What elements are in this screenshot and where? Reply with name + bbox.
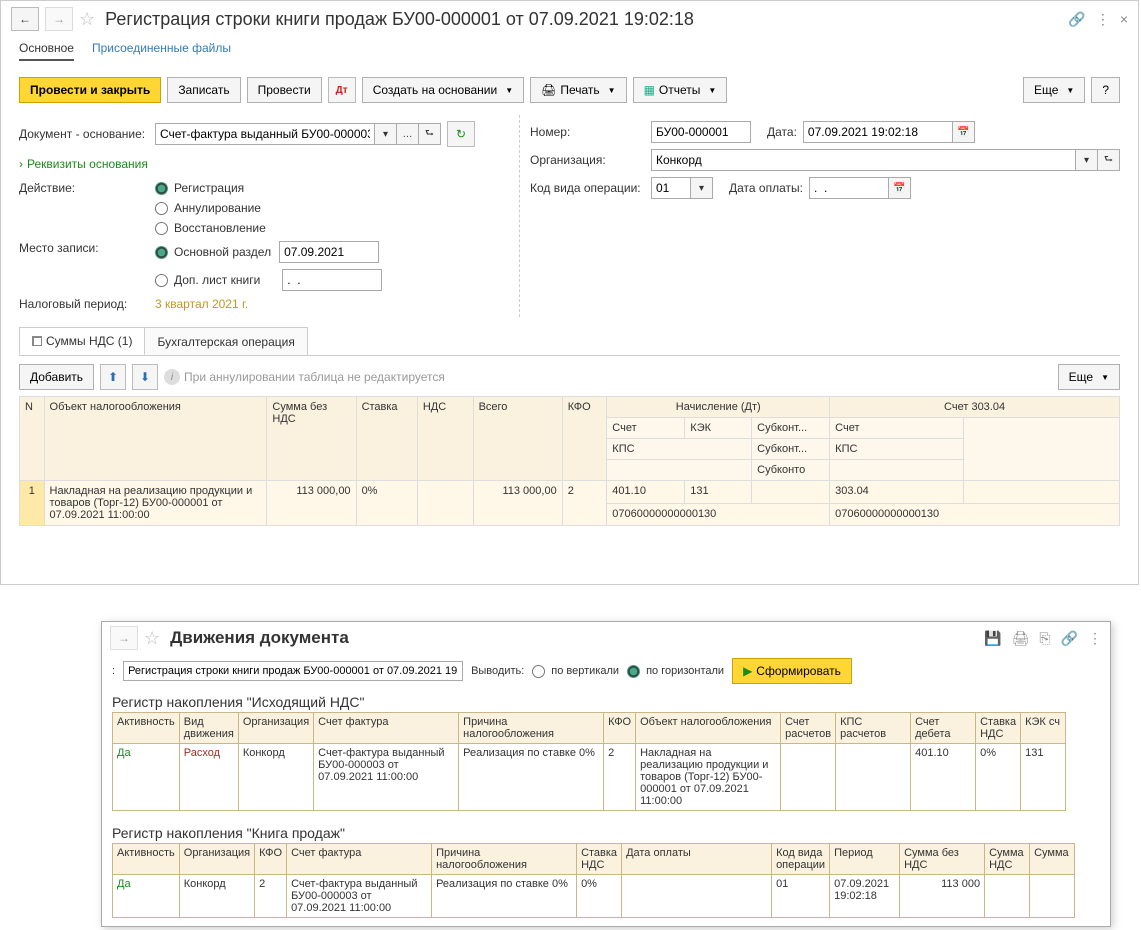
dropdown-icon[interactable]: ▾	[1076, 149, 1098, 171]
number-label: Номер:	[530, 125, 645, 139]
print-icon[interactable]: 🖨	[1012, 630, 1030, 647]
play-icon: ▶	[743, 664, 752, 678]
radio-restore[interactable]: Восстановление	[155, 221, 266, 235]
doc-basis-label: Документ - основание:	[19, 127, 149, 141]
outgoing-vat-table[interactable]: АктивностьВид движенияОрганизацияСчет фа…	[112, 712, 1066, 811]
radio-horizontal[interactable]: по горизонтали	[627, 665, 724, 678]
close-icon[interactable]: ×	[1120, 11, 1128, 27]
move-up-button[interactable]: ⬆	[100, 364, 126, 390]
open-icon[interactable]: …	[397, 123, 419, 145]
tax-period-value: 3 квартал 2021 г.	[155, 297, 248, 311]
sales-book-table[interactable]: АктивностьОрганизацияКФОСчет фактураПрич…	[112, 843, 1075, 918]
link-icon[interactable]: 🔗	[1068, 11, 1085, 28]
tax-period-label: Налоговый период:	[19, 297, 149, 311]
print-icon: 🖨	[541, 83, 556, 97]
section-outgoing-vat: Регистр накопления "Исходящий НДС"	[102, 688, 1110, 712]
forward-button[interactable]: →	[45, 7, 73, 31]
open-icon[interactable]: ⮑	[1098, 149, 1120, 171]
save-button[interactable]: Записать	[167, 77, 240, 103]
tab-accounting[interactable]: Бухгалтерская операция	[144, 327, 307, 355]
radio-main-section[interactable]: Основной раздел	[155, 245, 271, 259]
doc-basis-input[interactable]	[155, 123, 375, 145]
favorite-icon[interactable]: ☆	[144, 628, 160, 649]
grid-icon	[32, 336, 42, 346]
annul-hint: iПри аннулировании таблица не редактируе…	[164, 369, 445, 385]
opcode-label: Код вида операции:	[530, 181, 645, 195]
tab-main[interactable]: Основное	[19, 37, 74, 61]
reports-button[interactable]: ▦Отчеты▼	[633, 77, 728, 103]
more-icon[interactable]: ⋮	[1096, 11, 1110, 28]
chevron-right-icon: ›	[19, 157, 23, 171]
create-from-button[interactable]: Создать на основании▼	[362, 77, 524, 103]
number-input[interactable]	[651, 121, 751, 143]
info-icon: i	[164, 369, 180, 385]
requisites-expand[interactable]: › Реквизиты основания	[19, 153, 509, 175]
move-down-button[interactable]: ⬇	[132, 364, 158, 390]
movements-popup: → ☆ Движения документа 💾 🖨 ⎘ 🔗 ⋮ : Вывод…	[101, 621, 1111, 927]
output-label: Выводить:	[471, 665, 524, 677]
export-icon[interactable]: ⎘	[1039, 630, 1050, 647]
help-button[interactable]: ?	[1091, 77, 1120, 103]
popup-doc-label: :	[112, 665, 115, 677]
popup-title: Движения документа	[170, 628, 978, 648]
add-sheet-date[interactable]	[282, 269, 382, 291]
page-title: Регистрация строки книги продаж БУ00-000…	[105, 9, 1062, 30]
section-sales-book: Регистр накопления "Книга продаж"	[102, 819, 1110, 843]
generate-button[interactable]: ▶Сформировать	[732, 658, 852, 684]
org-label: Организация:	[530, 153, 645, 167]
popup-forward-button[interactable]: →	[110, 626, 138, 650]
radio-annul[interactable]: Аннулирование	[155, 201, 266, 215]
post-button[interactable]: Провести	[247, 77, 322, 103]
opcode-input[interactable]	[651, 177, 691, 199]
action-label: Действие:	[19, 181, 149, 195]
link-icon[interactable]: 🔗	[1061, 630, 1078, 647]
pay-date-label: Дата оплаты:	[729, 181, 803, 195]
tab-vat-sums[interactable]: Суммы НДС (1)	[19, 327, 145, 355]
main-section-date[interactable]	[279, 241, 379, 263]
back-button[interactable]: ←	[11, 7, 39, 31]
refresh-basis-icon[interactable]: ↻	[447, 121, 475, 147]
org-input[interactable]	[651, 149, 1076, 171]
dtkt-icon[interactable]: Дт	[328, 77, 356, 103]
table-row[interactable]: ДаРасходКонкордСчет-фактура выданный БУ0…	[113, 744, 1066, 811]
dropdown-icon[interactable]: ▾	[375, 123, 397, 145]
dropdown-icon[interactable]: ▾	[691, 177, 713, 199]
post-and-close-button[interactable]: Провести и закрыть	[19, 77, 161, 103]
radio-registration[interactable]: Регистрация	[155, 181, 266, 195]
more-icon[interactable]: ⋮	[1088, 630, 1102, 647]
table-row[interactable]: ДаКонкорд2Счет-фактура выданный БУ00-000…	[113, 875, 1075, 918]
radio-add-sheet[interactable]: Доп. лист книги	[155, 273, 260, 287]
pay-date-input[interactable]	[809, 177, 889, 199]
chart-icon: ▦	[644, 83, 655, 97]
favorite-icon[interactable]: ☆	[79, 9, 95, 30]
date-label: Дата:	[767, 125, 797, 139]
vat-grid[interactable]: N Объект налогообложения Сумма без НДС С…	[19, 396, 1120, 526]
more-button[interactable]: Еще▼	[1023, 77, 1085, 103]
magnify-icon[interactable]: ⮑	[419, 123, 441, 145]
table-row[interactable]: 1 Накладная на реализацию продукции и то…	[20, 481, 1120, 504]
place-label: Место записи:	[19, 241, 149, 255]
radio-vertical[interactable]: по вертикали	[532, 665, 619, 678]
tab-files[interactable]: Присоединенные файлы	[92, 37, 231, 61]
popup-doc-input[interactable]	[123, 661, 463, 681]
calendar-icon[interactable]: 📅	[953, 121, 975, 143]
date-input[interactable]	[803, 121, 953, 143]
save-icon[interactable]: 💾	[984, 630, 1001, 647]
calendar-icon[interactable]: 📅	[889, 177, 911, 199]
add-row-button[interactable]: Добавить	[19, 364, 94, 390]
print-button[interactable]: 🖨Печать▼	[530, 77, 626, 103]
more-grid-button[interactable]: Еще▼	[1058, 364, 1120, 390]
